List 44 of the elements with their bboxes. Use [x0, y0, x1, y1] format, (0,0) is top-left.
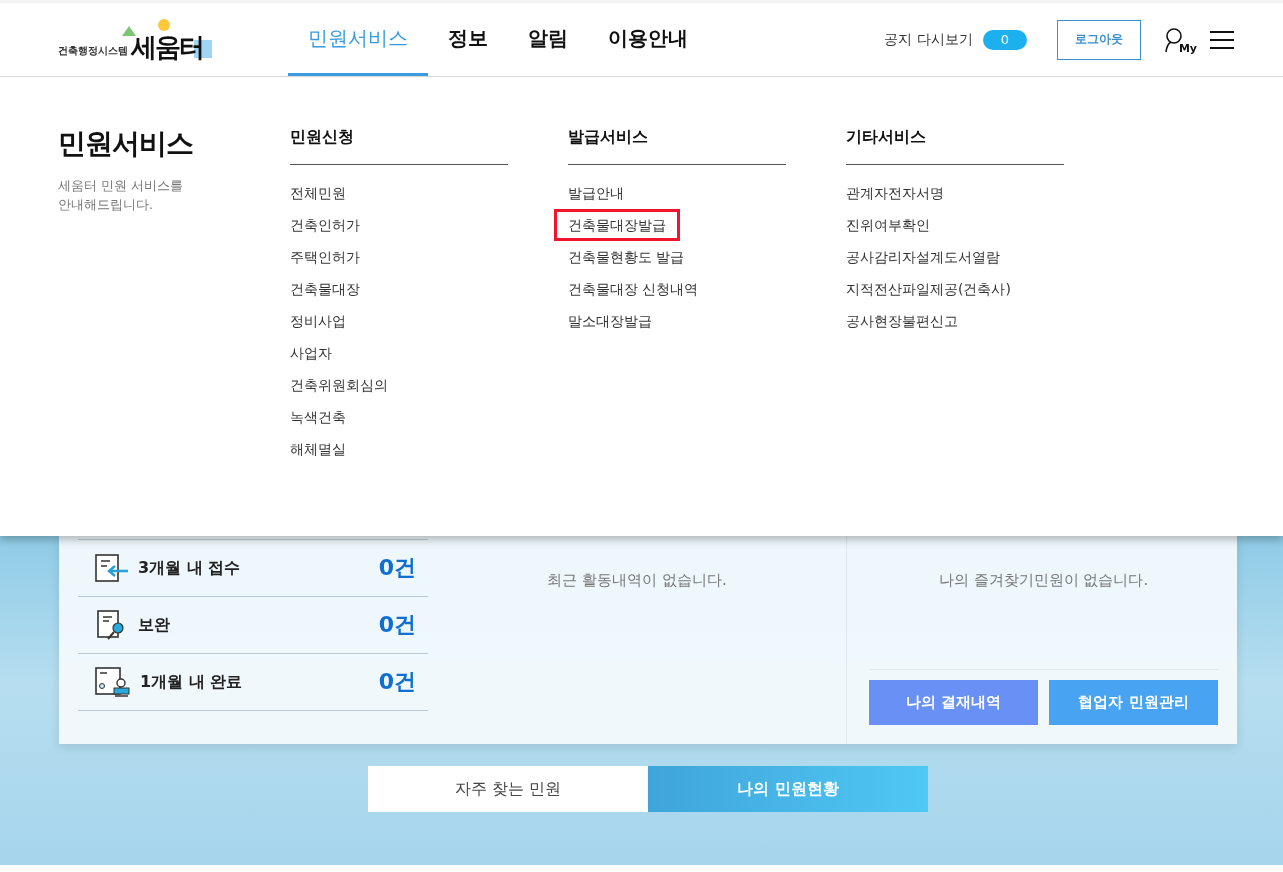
menu-link[interactable]: 진위여부확인 [834, 211, 942, 239]
menu-link[interactable]: 관계자전자서명 [834, 179, 956, 207]
logo-subtitle: 건축행정시스템 [58, 43, 128, 58]
menu-link[interactable]: 공사현장불편신고 [834, 307, 970, 335]
menu-link[interactable]: 건축위원회심의 [278, 371, 400, 399]
certificate-stamp-icon [94, 666, 132, 698]
logo-wordmark[interactable]: 세움터 [131, 33, 203, 60]
document-arrow-icon [94, 553, 130, 583]
menu-link[interactable]: 공사감리자설계도서열람 [834, 243, 1012, 271]
nav-tab[interactable]: 알림 [508, 3, 588, 76]
stat-count[interactable]: 0건 [378, 610, 416, 640]
menu-link[interactable]: 건축물현황도 발급 [556, 243, 697, 271]
menu-icon[interactable] [1209, 29, 1235, 50]
stat-count[interactable]: 0건 [378, 553, 416, 583]
menu-link[interactable]: 건축물대장발급 [556, 211, 678, 239]
menu-description: 세움터 민원 서비스를 안내해드립니다. [58, 177, 185, 214]
my-page-label[interactable]: My [1178, 41, 1197, 55]
menu-link[interactable]: 건축물대장 [278, 275, 372, 303]
menu-column-heading: 기타서비스 [846, 127, 1064, 165]
menu-link[interactable]: 사업자 [278, 339, 344, 367]
menu-link[interactable]: 말소대장발급 [556, 307, 664, 335]
menu-link[interactable]: 건축인허가 [278, 211, 372, 239]
menu-title: 민원서비스 [58, 126, 194, 162]
stat-label: 3개월 내 접수 [138, 557, 242, 579]
section-tab[interactable]: 자주 찾는 민원 [368, 766, 648, 812]
nav-tab[interactable]: 정보 [428, 3, 508, 76]
notice-replay-link[interactable]: 공지 다시보기 [884, 30, 973, 49]
menu-link[interactable]: 발급안내 [556, 179, 636, 207]
menu-column-heading: 민원신청 [290, 127, 508, 165]
menu-link[interactable]: 지적전산파일제공(건축사) [834, 275, 1023, 303]
nav-tab[interactable]: 이용안내 [588, 3, 708, 76]
stat-label: 보완 [138, 614, 171, 636]
empty-activity-message: 최근 활동내역이 없습니다. [547, 571, 727, 590]
empty-favorites-message: 나의 즐겨찾기민원이 없습니다. [938, 571, 1149, 590]
menu-link[interactable]: 해체멸실 [278, 435, 358, 463]
menu-link[interactable]: 정비사업 [278, 307, 358, 335]
menu-link[interactable]: 전체민원 [278, 179, 358, 207]
menu-link[interactable]: 녹색건축 [278, 403, 358, 431]
notice-count-badge: 0 [982, 29, 1027, 50]
menu-link[interactable]: 건축물대장 신청내역 [556, 275, 711, 303]
menu-column-heading: 발급서비스 [568, 127, 786, 165]
stat-count[interactable]: 0건 [378, 667, 416, 697]
menu-link[interactable]: 주택인허가 [278, 243, 372, 271]
stat-label: 1개월 내 완료 [140, 671, 244, 693]
